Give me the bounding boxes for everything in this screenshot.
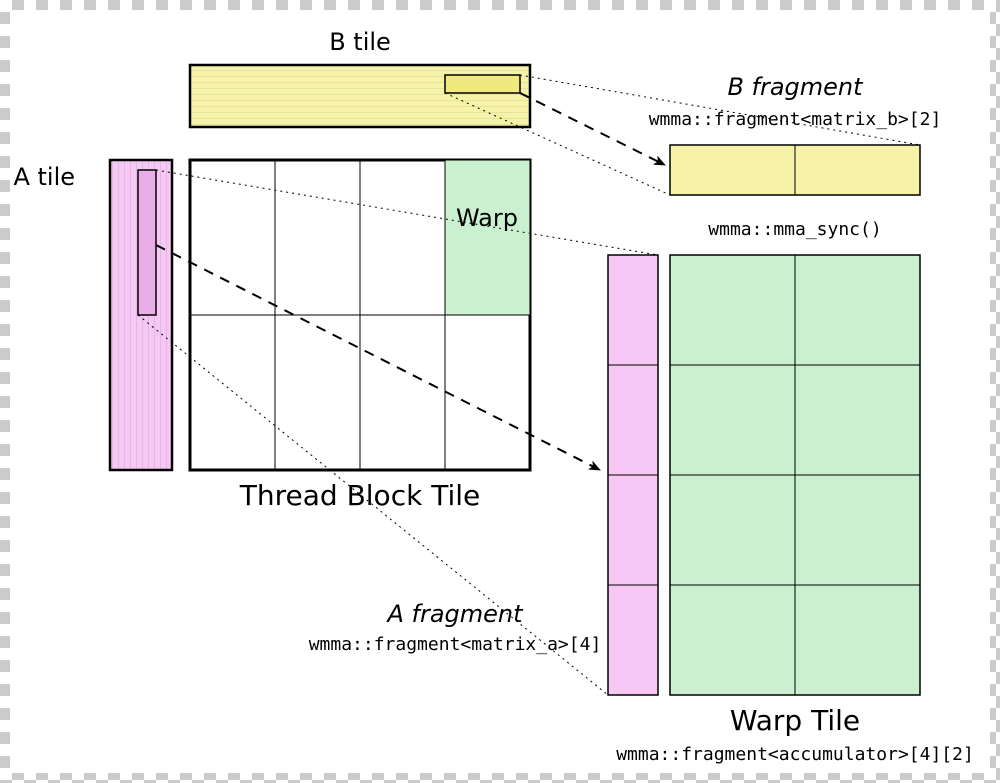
a-fragment [608, 255, 658, 695]
warp-tile [670, 255, 920, 695]
warp-label: Warp [456, 204, 518, 232]
b-fragment-code: wmma::fragment<matrix_b>[2] [649, 109, 942, 130]
arrow-b-to-fragment [520, 93, 665, 165]
b-tile [190, 65, 530, 127]
b-fragment-title: B fragment [727, 73, 864, 101]
accumulator-code: wmma::fragment<accumulator>[4][2] [616, 744, 974, 765]
a-tile-label: A tile [13, 163, 75, 191]
b-fragment [670, 145, 920, 195]
diagram-canvas: B tile A tile Warp Thread Block Tile B f… [10, 10, 990, 773]
mma-sync-label: wmma::mma_sync() [708, 219, 881, 240]
diagram-svg: B tile A tile Warp Thread Block Tile B f… [10, 10, 990, 773]
a-tile [110, 160, 172, 470]
a-fragment-title: A fragment [385, 600, 524, 628]
a-fragment-code: wmma::fragment<matrix_a>[4] [309, 634, 602, 655]
thread-block-tile-label: Thread Block Tile [239, 479, 480, 512]
b-tile-label: B tile [329, 28, 391, 56]
warp-tile-label: Warp Tile [730, 704, 860, 737]
